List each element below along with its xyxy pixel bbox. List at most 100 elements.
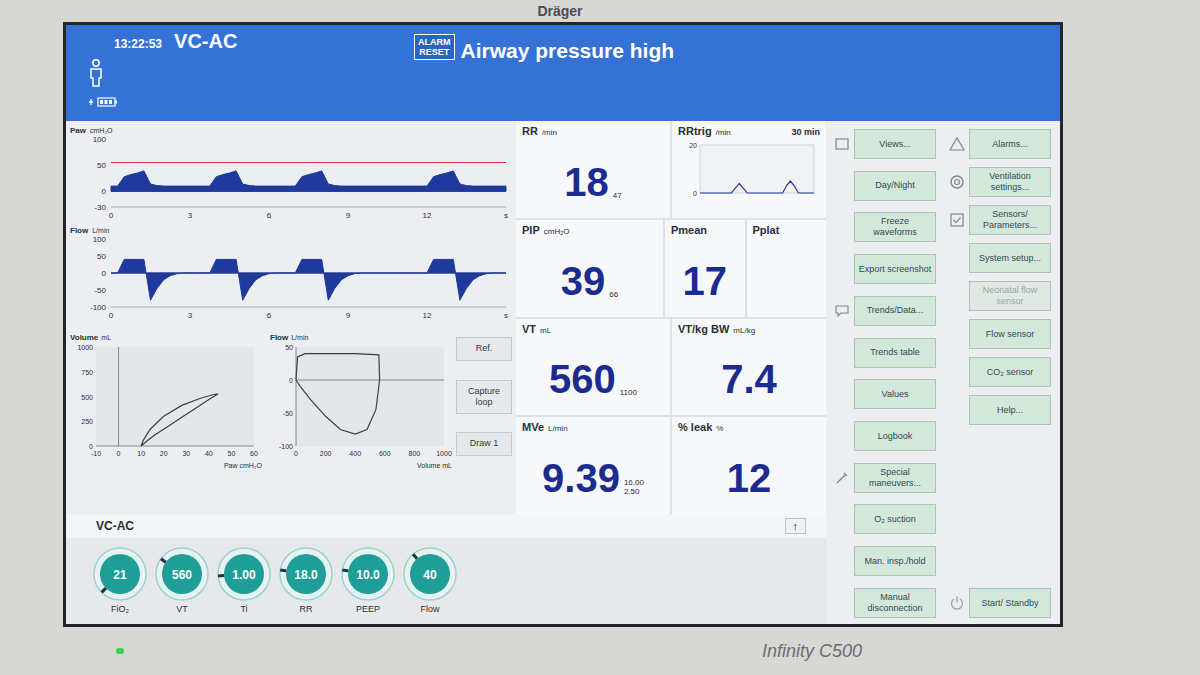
loop-button[interactable]: Ref.	[456, 337, 512, 361]
menu-button[interactable]: Views...	[854, 129, 936, 159]
x-tick: 3	[188, 311, 193, 320]
y-tick: -30	[94, 203, 106, 212]
svg-text:560: 560	[172, 568, 192, 582]
alarm-reset-button[interactable]: ALARMRESET	[414, 34, 455, 60]
brand-logo: Dräger	[537, 3, 582, 19]
menu-button[interactable]: O₂ suction	[854, 504, 936, 534]
menu-button[interactable]: Manual disconnection	[854, 588, 936, 618]
trend-chart: 200	[678, 137, 818, 199]
waveform-chart: PawcmH₂O100500-30036912s	[66, 123, 516, 223]
menu-button[interactable]: Values	[854, 379, 936, 409]
x-tick: 0	[117, 450, 121, 457]
x-tick: 400	[349, 450, 361, 457]
menu-button[interactable]: CO₂ sensor	[969, 357, 1051, 387]
x-tick: 30	[182, 450, 190, 457]
knob-dial[interactable]: 40	[402, 546, 458, 602]
setting-knob[interactable]: 21FiO₂	[92, 546, 148, 614]
y-tick: 250	[81, 418, 93, 425]
x-tick: 12	[423, 211, 432, 220]
menu-button[interactable]: Sensors/ Parameters...	[969, 205, 1051, 235]
menu-button[interactable]: Man. insp./hold	[854, 546, 936, 576]
menu-button[interactable]: Trends table	[854, 338, 936, 368]
menu-button[interactable]: Flow sensor	[969, 319, 1051, 349]
mode-label: VC-AC	[174, 30, 237, 53]
alarm-limits: 1100	[620, 388, 637, 401]
x-tick: 0	[109, 311, 114, 320]
menu-button[interactable]: Ventilation settings...	[969, 167, 1051, 197]
y-tick: 50	[97, 252, 106, 261]
menu-button[interactable]: System setup...	[969, 243, 1051, 273]
x-tick: s	[504, 311, 508, 320]
alarm-message: Airway pressure high	[461, 39, 675, 63]
setting-knob[interactable]: 10.0PEEP	[340, 546, 396, 614]
knob-indicator	[342, 568, 348, 572]
waveform-trace	[111, 259, 506, 300]
window-icon	[835, 138, 849, 150]
y-tick: 100	[93, 235, 107, 244]
knob-dial[interactable]: 560	[154, 546, 210, 602]
settings-mode: VC-AC	[96, 519, 134, 533]
menu-button[interactable]: Help...	[969, 395, 1051, 425]
battery-icon	[88, 97, 118, 107]
settings-strip: VC-AC ↑ 21FiO₂560VT1.00Ti18.0RR10.0PEEP40F…	[66, 514, 826, 624]
ventilation-icon	[949, 174, 965, 190]
y-tick: 1000	[77, 344, 93, 351]
setting-knob[interactable]: 560VT	[154, 546, 210, 614]
svg-text:21: 21	[113, 568, 127, 582]
menu-button[interactable]: Logbook	[854, 421, 936, 451]
knob-indicator	[413, 554, 417, 559]
waveform-panel: PawcmH₂O100500-30036912sFlowL/min100500-…	[66, 121, 516, 514]
y-tick: 0	[102, 269, 107, 278]
menu-button[interactable]: Special maneuvers...	[854, 463, 936, 493]
model-label: Infinity C500	[762, 641, 862, 662]
menu-button[interactable]: Neonatal flow sensor	[969, 281, 1051, 311]
y-tick: 750	[81, 369, 93, 376]
knob-dial[interactable]: 18.0	[278, 546, 334, 602]
expand-button[interactable]: ↑	[785, 518, 807, 534]
menu-button[interactable]: Trends/Data...	[854, 296, 936, 326]
waveform-title: PawcmH₂O	[70, 126, 113, 135]
parameter-value: 18	[564, 160, 609, 204]
power-led	[116, 648, 124, 654]
setting-knob[interactable]: 1.00Ti	[216, 546, 272, 614]
x-tick: 3	[188, 211, 193, 220]
menu-button[interactable]: Freeze waveforms	[854, 212, 936, 242]
svg-text:18.0: 18.0	[294, 568, 318, 582]
y-tick: -100	[90, 303, 107, 312]
loop-button[interactable]: Capture loop	[456, 380, 512, 414]
setting-knob[interactable]: 18.0RR	[278, 546, 334, 614]
knob-dial[interactable]: 21	[92, 546, 148, 602]
x-tick: 9	[346, 211, 351, 220]
waveform-trace	[111, 171, 506, 191]
loop-x-title: Paw cmH₂O	[224, 462, 263, 469]
setting-knob[interactable]: 40Flow	[402, 546, 458, 614]
x-tick: -10	[91, 450, 101, 457]
x-tick: 0	[294, 450, 298, 457]
menu-button[interactable]: Export screenshot	[854, 254, 936, 284]
svg-text:1.00: 1.00	[232, 568, 256, 582]
parameter-value: 7.4	[721, 357, 777, 401]
knob-dial[interactable]: 10.0	[340, 546, 396, 602]
loop-trace	[296, 354, 380, 435]
screen: 13:22:53 VC-AC ALARMRESETAirway pressure h…	[63, 22, 1063, 627]
waveform-title: FlowL/min	[70, 226, 109, 235]
menu-button[interactable]: Day/Night	[854, 171, 936, 201]
menu-button[interactable]: Alarms...	[969, 129, 1051, 159]
knob-indicator	[280, 568, 286, 572]
pen-icon	[835, 471, 849, 485]
patient-icon[interactable]	[88, 59, 104, 87]
parameter-cell: PIPcmH₂O3966	[516, 220, 663, 317]
x-tick: 40	[205, 450, 213, 457]
x-tick: 50	[228, 450, 236, 457]
y-tick: -50	[94, 286, 106, 295]
clock: 13:22:53	[114, 37, 162, 51]
x-tick: s	[504, 211, 508, 220]
trend-line	[700, 181, 814, 193]
standby-button[interactable]: Start/ Standby	[969, 588, 1051, 618]
loop-x-title: Volume mL	[417, 462, 452, 469]
knob-dial[interactable]: 1.00	[216, 546, 272, 602]
x-tick: 60	[250, 450, 258, 457]
y-tick: 100	[93, 135, 107, 144]
y-tick: 500	[81, 394, 93, 401]
loop-button[interactable]: Draw 1	[456, 432, 512, 456]
